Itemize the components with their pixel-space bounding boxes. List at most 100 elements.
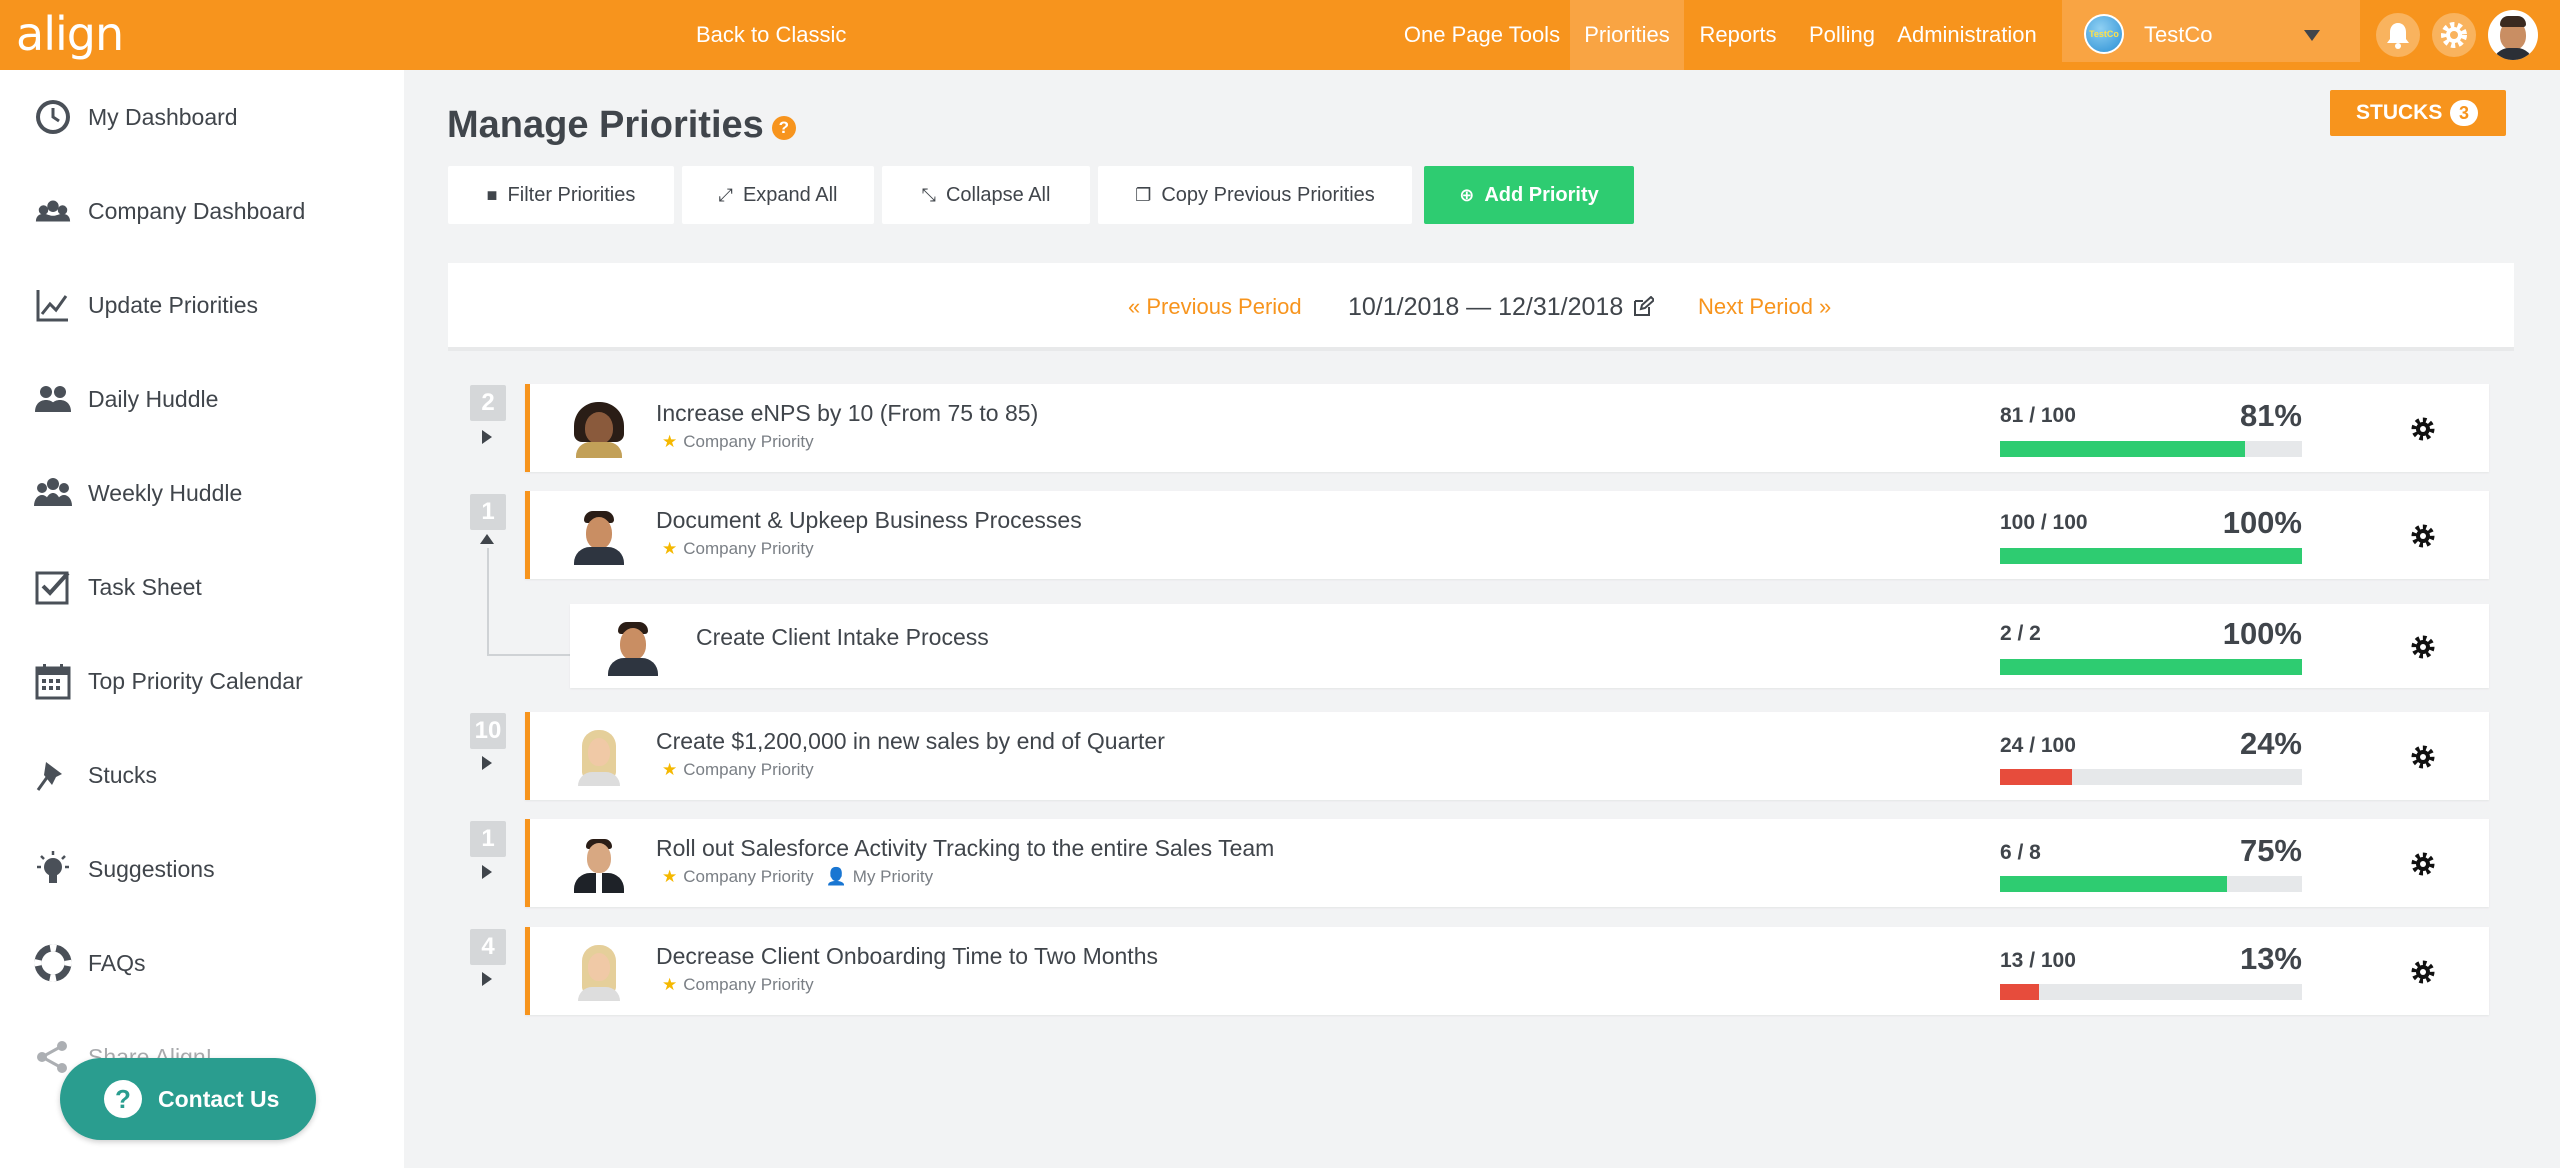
sub-priority-row[interactable]: Create Client Intake Process 2 / 2 100% — [570, 604, 2489, 688]
contact-us-button[interactable]: ? Contact Us — [60, 1058, 316, 1140]
period-selector: « Previous Period 10/1/2018 — 12/31/2018… — [448, 263, 2514, 351]
settings-button[interactable] — [2432, 13, 2476, 57]
progress-bar-fill — [2000, 659, 2302, 675]
progress-bar-fill — [2000, 876, 2227, 892]
star-icon: ★ — [662, 867, 678, 886]
expand-toggle-icon[interactable] — [482, 972, 492, 986]
nav-priorities[interactable]: Priorities — [1570, 0, 1684, 70]
user-avatar[interactable] — [2488, 10, 2538, 60]
line-chart-icon — [34, 286, 72, 324]
nav-administration[interactable]: Administration — [1892, 0, 2042, 70]
priority-percent: 81% — [2239, 398, 2302, 433]
dashboard-clock-icon — [34, 98, 72, 136]
company-switcher[interactable]: TestCo TestCo — [2062, 0, 2360, 62]
sidebar-item-stucks[interactable]: Stucks — [0, 728, 404, 822]
edit-icon[interactable] — [1632, 296, 1654, 318]
gear-icon[interactable] — [2410, 416, 2436, 442]
sidebar-item-label: Top Priority Calendar — [88, 667, 303, 694]
lifebuoy-icon — [34, 944, 72, 982]
priority-row[interactable]: Roll out Salesforce Activity Tracking to… — [525, 819, 2489, 907]
previous-period-link[interactable]: « Previous Period — [1128, 263, 1302, 351]
lightbulb-icon — [34, 850, 72, 888]
period-range: 10/1/2018 — 12/31/2018 — [1348, 293, 1624, 321]
notifications-button[interactable] — [2376, 13, 2420, 57]
sidebar-item-update-priorities[interactable]: Update Priorities — [0, 258, 404, 352]
priority-title[interactable]: Create Client Intake Process — [696, 624, 989, 651]
expand-all-button[interactable]: ⤢ Expand All — [682, 166, 874, 224]
nav-one-page-tools[interactable]: One Page Tools — [1394, 0, 1570, 70]
sidebar-item-task-sheet[interactable]: Task Sheet — [0, 540, 404, 634]
contact-us-label: Contact Us — [158, 1085, 280, 1112]
collapse-icon: ⤡ — [921, 185, 936, 205]
copy-label: Copy Previous Priorities — [1161, 184, 1375, 206]
expand-toggle-icon[interactable] — [482, 430, 492, 444]
copy-icon: ❐ — [1135, 185, 1152, 205]
sidebar-item-my-dashboard[interactable]: My Dashboard — [0, 70, 404, 164]
sidebar-item-label: Update Priorities — [88, 291, 259, 318]
gear-icon[interactable] — [2410, 851, 2436, 877]
priority-row[interactable]: Decrease Client Onboarding Time to Two M… — [525, 927, 2489, 1015]
gear-icon — [2441, 22, 2467, 48]
gear-icon[interactable] — [2410, 959, 2436, 985]
gear-icon[interactable] — [2410, 744, 2436, 770]
priority-percent: 100% — [2222, 505, 2302, 540]
add-label: Add Priority — [1484, 184, 1599, 206]
priority-title[interactable]: Decrease Client Onboarding Time to Two M… — [656, 943, 1158, 970]
expand-toggle-icon[interactable] — [482, 756, 492, 770]
priority-row[interactable]: Document & Upkeep Business Processes ★ Co… — [525, 491, 2489, 579]
priority-row[interactable]: Increase eNPS by 10 (From 75 to 85) ★ Com… — [525, 384, 2489, 472]
next-period-link[interactable]: Next Period » — [1698, 263, 1831, 351]
priority-ratio: 100 / 100 — [2000, 511, 2088, 534]
sidebar-item-suggestions[interactable]: Suggestions — [0, 822, 404, 916]
progress-bar-fill — [2000, 441, 2245, 457]
progress-bar-fill — [2000, 548, 2302, 564]
priority-tags: ★ Company Priority — [662, 760, 814, 780]
collapse-label: Collapse All — [945, 184, 1051, 206]
company-priority-tag: Company Priority — [683, 432, 814, 451]
checkbox-icon — [34, 568, 72, 606]
nav-reports[interactable]: Reports — [1684, 0, 1792, 70]
priority-count-badge: 2 — [470, 385, 506, 421]
bell-icon — [2387, 23, 2409, 49]
filter-priorities-button[interactable]: ■ Filter Priorities — [448, 166, 674, 224]
priority-tags: ★ Company Priority 👤 My Priority — [662, 867, 933, 887]
stucks-button[interactable]: STUCKS 3 — [2330, 90, 2506, 136]
team-icon — [34, 192, 72, 230]
align-logo[interactable]: align — [16, 6, 124, 62]
priority-title[interactable]: Increase eNPS by 10 (From 75 to 85) — [656, 400, 1038, 427]
priority-tags: ★ Company Priority — [662, 539, 814, 559]
sidebar-item-label: Suggestions — [88, 855, 215, 882]
priority-title[interactable]: Document & Upkeep Business Processes — [656, 507, 1082, 534]
collapse-toggle-icon[interactable] — [480, 534, 494, 544]
priority-row[interactable]: Create $1,200,000 in new sales by end of… — [525, 712, 2489, 800]
add-priority-button[interactable]: ⊕ Add Priority — [1424, 166, 1634, 224]
filter-icon: ■ — [486, 185, 498, 205]
sidebar-item-weekly-huddle[interactable]: Weekly Huddle — [0, 446, 404, 540]
sidebar-item-daily-huddle[interactable]: Daily Huddle — [0, 352, 404, 446]
chevron-down-icon — [2304, 30, 2320, 41]
star-icon: ★ — [662, 539, 678, 558]
gear-icon[interactable] — [2410, 634, 2436, 660]
priority-ratio: 2 / 2 — [2000, 622, 2041, 645]
owner-avatar — [570, 943, 628, 1001]
owner-avatar — [570, 400, 628, 458]
collapse-all-button[interactable]: ⤡ Collapse All — [882, 166, 1090, 224]
priority-tags: ★ Company Priority — [662, 975, 814, 995]
owner-avatar — [570, 835, 628, 893]
page-title: Manage Priorities? — [447, 104, 796, 147]
back-to-classic-link[interactable]: Back to Classic — [696, 0, 846, 70]
priority-title[interactable]: Create $1,200,000 in new sales by end of… — [656, 728, 1165, 755]
pin-icon — [34, 756, 72, 794]
page-title-text: Manage Priorities — [447, 104, 764, 146]
nav-polling[interactable]: Polling — [1792, 0, 1892, 70]
gear-icon[interactable] — [2410, 523, 2436, 549]
sidebar-item-top-priority-calendar[interactable]: Top Priority Calendar — [0, 634, 404, 728]
help-icon[interactable]: ? — [771, 116, 796, 140]
priority-title[interactable]: Roll out Salesforce Activity Tracking to… — [656, 835, 1274, 862]
progress-bar-fill — [2000, 984, 2040, 1000]
copy-previous-priorities-button[interactable]: ❐ Copy Previous Priorities — [1098, 166, 1412, 224]
sidebar-item-faqs[interactable]: FAQs — [0, 916, 404, 1010]
sidebar-item-company-dashboard[interactable]: Company Dashboard — [0, 164, 404, 258]
expand-toggle-icon[interactable] — [482, 865, 492, 879]
company-priority-tag: Company Priority — [683, 539, 814, 558]
